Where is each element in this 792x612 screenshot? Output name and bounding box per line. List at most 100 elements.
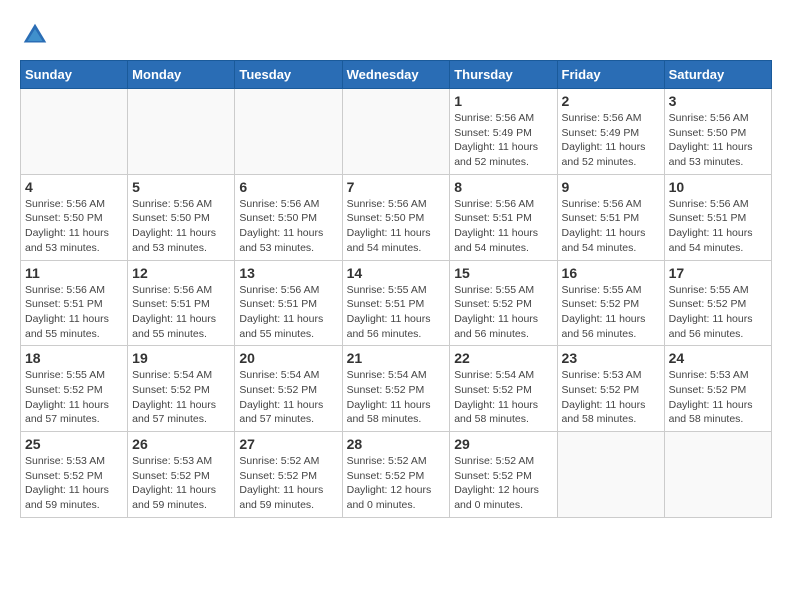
day-number: 12 bbox=[132, 265, 230, 281]
calendar-cell: 28 Sunrise: 5:52 AM Sunset: 5:52 PM Dayli… bbox=[342, 432, 450, 518]
day-number: 5 bbox=[132, 179, 230, 195]
day-number: 20 bbox=[239, 350, 337, 366]
day-number: 28 bbox=[347, 436, 446, 452]
calendar-cell: 20 Sunrise: 5:54 AM Sunset: 5:52 PM Dayli… bbox=[235, 346, 342, 432]
calendar-table: SundayMondayTuesdayWednesdayThursdayFrid… bbox=[20, 60, 772, 518]
day-number: 9 bbox=[562, 179, 660, 195]
calendar-cell: 9 Sunrise: 5:56 AM Sunset: 5:51 PM Daylig… bbox=[557, 174, 664, 260]
day-info: Sunrise: 5:55 AM Sunset: 5:52 PM Dayligh… bbox=[25, 368, 123, 427]
calendar-header-friday: Friday bbox=[557, 61, 664, 89]
logo bbox=[20, 20, 54, 50]
day-info: Sunrise: 5:55 AM Sunset: 5:52 PM Dayligh… bbox=[454, 283, 552, 342]
calendar-cell: 2 Sunrise: 5:56 AM Sunset: 5:49 PM Daylig… bbox=[557, 89, 664, 175]
calendar-cell bbox=[21, 89, 128, 175]
day-info: Sunrise: 5:53 AM Sunset: 5:52 PM Dayligh… bbox=[25, 454, 123, 513]
day-info: Sunrise: 5:56 AM Sunset: 5:51 PM Dayligh… bbox=[25, 283, 123, 342]
day-number: 7 bbox=[347, 179, 446, 195]
calendar-week-5: 25 Sunrise: 5:53 AM Sunset: 5:52 PM Dayli… bbox=[21, 432, 772, 518]
day-info: Sunrise: 5:56 AM Sunset: 5:51 PM Dayligh… bbox=[239, 283, 337, 342]
day-number: 3 bbox=[669, 93, 767, 109]
day-number: 29 bbox=[454, 436, 552, 452]
calendar-cell: 19 Sunrise: 5:54 AM Sunset: 5:52 PM Dayli… bbox=[128, 346, 235, 432]
day-info: Sunrise: 5:52 AM Sunset: 5:52 PM Dayligh… bbox=[347, 454, 446, 513]
calendar-cell bbox=[235, 89, 342, 175]
day-info: Sunrise: 5:53 AM Sunset: 5:52 PM Dayligh… bbox=[669, 368, 767, 427]
calendar-cell: 6 Sunrise: 5:56 AM Sunset: 5:50 PM Daylig… bbox=[235, 174, 342, 260]
day-number: 15 bbox=[454, 265, 552, 281]
calendar-cell: 7 Sunrise: 5:56 AM Sunset: 5:50 PM Daylig… bbox=[342, 174, 450, 260]
calendar-cell: 16 Sunrise: 5:55 AM Sunset: 5:52 PM Dayli… bbox=[557, 260, 664, 346]
day-number: 4 bbox=[25, 179, 123, 195]
calendar-cell: 14 Sunrise: 5:55 AM Sunset: 5:51 PM Dayli… bbox=[342, 260, 450, 346]
day-number: 11 bbox=[25, 265, 123, 281]
day-number: 13 bbox=[239, 265, 337, 281]
day-number: 22 bbox=[454, 350, 552, 366]
calendar-cell: 15 Sunrise: 5:55 AM Sunset: 5:52 PM Dayli… bbox=[450, 260, 557, 346]
day-info: Sunrise: 5:54 AM Sunset: 5:52 PM Dayligh… bbox=[454, 368, 552, 427]
calendar-cell: 21 Sunrise: 5:54 AM Sunset: 5:52 PM Dayli… bbox=[342, 346, 450, 432]
day-number: 26 bbox=[132, 436, 230, 452]
calendar-week-4: 18 Sunrise: 5:55 AM Sunset: 5:52 PM Dayli… bbox=[21, 346, 772, 432]
calendar-cell: 3Sunrise: 5:56 AM Sunset: 5:50 PM Daylig… bbox=[664, 89, 771, 175]
day-info: Sunrise: 5:56 AM Sunset: 5:49 PM Dayligh… bbox=[562, 111, 660, 170]
calendar-cell: 22 Sunrise: 5:54 AM Sunset: 5:52 PM Dayli… bbox=[450, 346, 557, 432]
calendar-cell: 1Sunrise: 5:56 AM Sunset: 5:49 PM Daylig… bbox=[450, 89, 557, 175]
day-number: 10 bbox=[669, 179, 767, 195]
calendar-cell: 27 Sunrise: 5:52 AM Sunset: 5:52 PM Dayli… bbox=[235, 432, 342, 518]
day-number: 27 bbox=[239, 436, 337, 452]
calendar-cell: 4 Sunrise: 5:56 AM Sunset: 5:50 PM Daylig… bbox=[21, 174, 128, 260]
header bbox=[20, 20, 772, 50]
day-number: 6 bbox=[239, 179, 337, 195]
calendar-cell bbox=[557, 432, 664, 518]
calendar-week-1: 1 Sunrise: 5:56 AM Sunset: 5:49 PM Daylig… bbox=[21, 89, 772, 175]
day-info: Sunrise: 5:55 AM Sunset: 5:52 PM Dayligh… bbox=[669, 283, 767, 342]
day-number: 17 bbox=[669, 265, 767, 281]
day-number: 16 bbox=[562, 265, 660, 281]
day-number: 14 bbox=[347, 265, 446, 281]
calendar-header-monday: Monday bbox=[128, 61, 235, 89]
calendar-cell: 18 Sunrise: 5:55 AM Sunset: 5:52 PM Dayli… bbox=[21, 346, 128, 432]
calendar-cell: 23 Sunrise: 5:53 AM Sunset: 5:52 PM Dayli… bbox=[557, 346, 664, 432]
day-info: Sunrise: 5:56 AM Sunset: 5:50 PM Dayligh… bbox=[132, 197, 230, 256]
day-info: Sunrise: 5:56 AM Sunset: 5:51 PM Dayligh… bbox=[132, 283, 230, 342]
calendar-week-3: 11 Sunrise: 5:56 AM Sunset: 5:51 PM Dayli… bbox=[21, 260, 772, 346]
calendar-header-tuesday: Tuesday bbox=[235, 61, 342, 89]
day-info: Sunrise: 5:55 AM Sunset: 5:52 PM Dayligh… bbox=[562, 283, 660, 342]
day-info: Sunrise: 5:53 AM Sunset: 5:52 PM Dayligh… bbox=[132, 454, 230, 513]
day-number: 8 bbox=[454, 179, 552, 195]
day-number: 23 bbox=[562, 350, 660, 366]
day-number: 24 bbox=[669, 350, 767, 366]
day-info: Sunrise: 5:56 AM Sunset: 5:50 PM Dayligh… bbox=[239, 197, 337, 256]
calendar-cell: 13 Sunrise: 5:56 AM Sunset: 5:51 PM Dayli… bbox=[235, 260, 342, 346]
day-info: Sunrise: 5:56 AM Sunset: 5:50 PM Dayligh… bbox=[25, 197, 123, 256]
calendar-header-row: SundayMondayTuesdayWednesdayThursdayFrid… bbox=[21, 61, 772, 89]
calendar-cell: 8Sunrise: 5:56 AM Sunset: 5:51 PM Daylig… bbox=[450, 174, 557, 260]
day-info: Sunrise: 5:55 AM Sunset: 5:51 PM Dayligh… bbox=[347, 283, 446, 342]
calendar-cell: 11 Sunrise: 5:56 AM Sunset: 5:51 PM Dayli… bbox=[21, 260, 128, 346]
day-info: Sunrise: 5:56 AM Sunset: 5:51 PM Dayligh… bbox=[562, 197, 660, 256]
calendar-cell: 25 Sunrise: 5:53 AM Sunset: 5:52 PM Dayli… bbox=[21, 432, 128, 518]
day-number: 18 bbox=[25, 350, 123, 366]
day-info: Sunrise: 5:52 AM Sunset: 5:52 PM Dayligh… bbox=[239, 454, 337, 513]
day-info: Sunrise: 5:54 AM Sunset: 5:52 PM Dayligh… bbox=[347, 368, 446, 427]
day-info: Sunrise: 5:56 AM Sunset: 5:50 PM Dayligh… bbox=[347, 197, 446, 256]
calendar-cell: 26 Sunrise: 5:53 AM Sunset: 5:52 PM Dayli… bbox=[128, 432, 235, 518]
calendar-cell: 10Sunrise: 5:56 AM Sunset: 5:51 PM Dayli… bbox=[664, 174, 771, 260]
calendar-header-sunday: Sunday bbox=[21, 61, 128, 89]
day-number: 2 bbox=[562, 93, 660, 109]
day-info: Sunrise: 5:54 AM Sunset: 5:52 PM Dayligh… bbox=[239, 368, 337, 427]
calendar-header-thursday: Thursday bbox=[450, 61, 557, 89]
calendar-cell bbox=[128, 89, 235, 175]
calendar-week-2: 4 Sunrise: 5:56 AM Sunset: 5:50 PM Daylig… bbox=[21, 174, 772, 260]
day-info: Sunrise: 5:52 AM Sunset: 5:52 PM Dayligh… bbox=[454, 454, 552, 513]
calendar-cell: 24 Sunrise: 5:53 AM Sunset: 5:52 PM Dayli… bbox=[664, 346, 771, 432]
day-number: 21 bbox=[347, 350, 446, 366]
calendar-cell: 29 Sunrise: 5:52 AM Sunset: 5:52 PM Dayli… bbox=[450, 432, 557, 518]
day-info: Sunrise: 5:53 AM Sunset: 5:52 PM Dayligh… bbox=[562, 368, 660, 427]
calendar-header-wednesday: Wednesday bbox=[342, 61, 450, 89]
day-number: 25 bbox=[25, 436, 123, 452]
day-info: Sunrise: 5:54 AM Sunset: 5:52 PM Dayligh… bbox=[132, 368, 230, 427]
calendar-header-saturday: Saturday bbox=[664, 61, 771, 89]
day-number: 19 bbox=[132, 350, 230, 366]
day-number: 1 bbox=[454, 93, 552, 109]
